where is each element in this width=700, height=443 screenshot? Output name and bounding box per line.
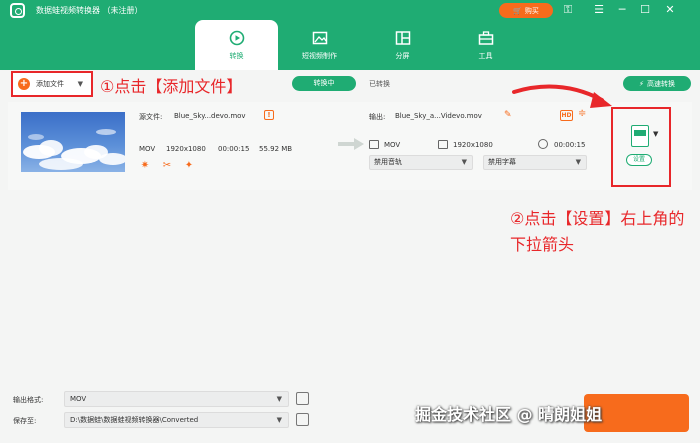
plus-icon: + <box>18 78 30 90</box>
tab-split-screen-label: 分屏 <box>395 51 410 60</box>
chevron-down-icon: ▼ <box>575 158 581 166</box>
output-format-select[interactable]: MOV ▼ <box>64 391 289 407</box>
source-duration: 00:00:15 <box>218 145 250 153</box>
buy-label: 购买 <box>524 6 539 15</box>
effects-icon[interactable]: ✷ <box>139 160 151 172</box>
converted-tab[interactable]: 已转换 <box>369 79 390 89</box>
resolution-icon <box>438 140 448 149</box>
subtitle-dropdown[interactable]: 禁用字幕 ▼ <box>483 155 587 170</box>
add-file-button[interactable]: + 添加文件 ▼ <box>11 71 93 97</box>
source-filename: Blue_Sky...devo.mov <box>174 112 246 120</box>
output-filename: Blue_Sky_a...Videvo.mov <box>395 112 482 120</box>
watermark: 掘金技术社区 @ 晴朗姐姐 <box>415 405 603 424</box>
audio-track-dropdown[interactable]: 禁用音轨 ▼ <box>369 155 473 170</box>
annotation-step2: ②点击【设置】右上角的下拉箭头 <box>510 209 685 254</box>
maximize-icon[interactable]: ☐ <box>637 2 653 18</box>
toolbox-icon <box>478 30 493 45</box>
main-tabs: 转换 短视频制作 分屏 工具 <box>195 20 527 70</box>
output-duration: 00:00:15 <box>554 141 586 149</box>
format-file-icon[interactable] <box>631 125 649 147</box>
format-settings-icon[interactable] <box>296 392 309 405</box>
source-size: 55.92 MB <box>259 145 293 153</box>
settings-button[interactable]: 设置 <box>626 154 652 166</box>
chevron-down-icon[interactable]: ▼ <box>78 80 83 88</box>
source-format: MOV <box>139 145 156 153</box>
save-to-path: D:\数据蛙\数据蛙视频转换器\Converted <box>70 416 199 424</box>
annotation-arrow-icon <box>512 84 612 108</box>
arrow-right-icon <box>338 138 364 150</box>
fast-convert-label: 高速转换 <box>646 79 675 88</box>
output-format-label: 输出格式: <box>13 396 44 404</box>
minimize-icon[interactable]: ─ <box>614 2 630 18</box>
folder-icon[interactable] <box>296 413 309 426</box>
converting-tab[interactable]: 转换中 <box>292 76 356 91</box>
output-resolution: 1920x1080 <box>453 141 493 149</box>
output-label: 输出: <box>369 113 386 121</box>
info-icon[interactable]: ! <box>264 110 274 120</box>
scissors-icon[interactable]: ✂ <box>161 160 173 172</box>
app-header: 数据蛙视频转换器 （未注册） 🛒 购买 ⚿ ☰ ─ ☐ ✕ 转换 短视频制作 分… <box>0 0 700 70</box>
tab-short-video-label: 短视频制作 <box>302 51 337 60</box>
split-screen-icon <box>395 30 410 45</box>
video-format-icon <box>369 140 379 149</box>
cart-icon: 🛒 <box>513 6 522 15</box>
clock-icon <box>538 139 548 149</box>
tab-tools-label: 工具 <box>478 51 493 60</box>
tab-convert-label: 转换 <box>229 51 244 60</box>
lightning-icon: ⚡ <box>639 79 644 88</box>
app-title: 数据蛙视频转换器 （未注册） <box>36 6 143 15</box>
audio-track-value: 禁用音轨 <box>374 158 402 166</box>
video-thumbnail[interactable] <box>21 112 125 172</box>
output-format-select-value: MOV <box>70 395 87 403</box>
key-icon[interactable]: ⚿ <box>560 2 576 18</box>
output-format-settings: ▼ 设置 <box>611 107 671 187</box>
tab-convert[interactable]: 转换 <box>195 20 278 70</box>
save-to-label: 保存至: <box>13 417 37 425</box>
save-to-select[interactable]: D:\数据蛙\数据蛙视频转换器\Converted ▼ <box>64 412 289 428</box>
close-icon[interactable]: ✕ <box>662 2 678 18</box>
format-dropdown-arrow-icon[interactable]: ▼ <box>653 130 658 138</box>
annotation-step1: ①点击【添加文件】 <box>100 77 243 96</box>
cloud-sky-image <box>23 129 125 170</box>
output-format: MOV <box>384 141 401 149</box>
convert-icon <box>229 30 244 45</box>
tab-short-video[interactable]: 短视频制作 <box>278 20 361 70</box>
fast-convert-button[interactable]: ⚡ 高速转换 <box>623 76 691 91</box>
tab-split-screen[interactable]: 分屏 <box>361 20 444 70</box>
chevron-down-icon: ▼ <box>461 158 467 166</box>
enhance-icon[interactable]: ✦ <box>183 160 195 172</box>
chevron-down-icon: ▼ <box>276 395 282 403</box>
image-icon <box>312 31 327 44</box>
add-file-label: 添加文件 <box>36 80 64 88</box>
tab-tools[interactable]: 工具 <box>444 20 527 70</box>
buy-button[interactable]: 🛒 购买 <box>499 3 553 18</box>
file-row: 源文件: Blue_Sky...devo.mov ! MOV 1920x1080… <box>8 102 692 190</box>
source-resolution: 1920x1080 <box>166 145 206 153</box>
chevron-down-icon: ▼ <box>276 416 282 424</box>
source-label: 源文件: <box>139 113 163 121</box>
subtitle-value: 禁用字幕 <box>488 158 516 166</box>
app-logo-icon <box>10 3 25 18</box>
menu-icon[interactable]: ☰ <box>591 2 607 18</box>
